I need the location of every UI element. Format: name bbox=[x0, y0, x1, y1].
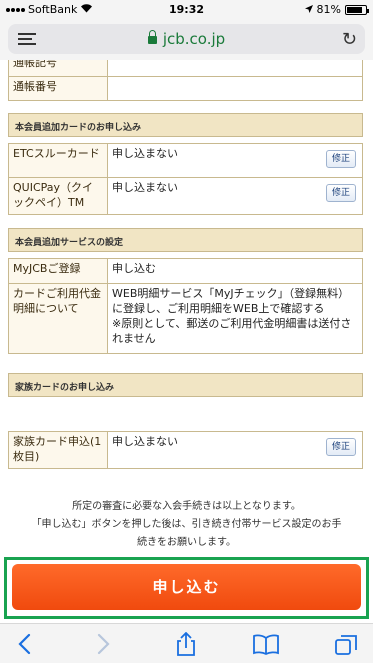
statement-label: カードご利用代金明細について bbox=[8, 283, 108, 354]
section-family-card: 家族カードのお申し込み bbox=[8, 373, 363, 397]
battery-percent: 81% bbox=[316, 3, 341, 16]
browser-toolbar bbox=[0, 623, 373, 663]
notice-text: 所定の審査に必要な入会手続きは以上となります。 「申し込む」ボタンを押した後は、… bbox=[0, 498, 373, 552]
family-label: 家族カード申込(1枚目) bbox=[8, 431, 108, 469]
etc-value-text: 申し込まない bbox=[112, 147, 178, 160]
quicpay-edit-button[interactable]: 修正 bbox=[326, 184, 356, 202]
account-partial-value bbox=[107, 60, 363, 77]
status-right: 81% bbox=[304, 3, 369, 16]
account-table: 通帳記号 通帳番号 bbox=[8, 60, 363, 101]
family-edit-button[interactable]: 修正 bbox=[326, 438, 356, 456]
additional-service-table: MyJCBご登録 申し込む カードご利用代金明細について WEB明細サービス「M… bbox=[8, 258, 363, 354]
tabs-icon[interactable] bbox=[333, 632, 361, 656]
etc-label: ETCスルーカード bbox=[8, 143, 108, 178]
share-icon[interactable] bbox=[172, 632, 200, 656]
account-number-value bbox=[107, 76, 363, 101]
quicpay-value-text: 申し込まない bbox=[112, 181, 178, 194]
statement-value: WEB明細サービス「MyJチェック」（登録無料）に登録し、ご利用明細をWEB上で… bbox=[107, 283, 363, 354]
status-bar: SoftBank 19:32 81% bbox=[0, 0, 373, 20]
family-value: 申し込まない 修正 bbox=[107, 431, 363, 469]
section-additional-service: 本会員追加サービスの設定 bbox=[8, 228, 363, 252]
quicpay-label: QUICPay（クイックペイ）TM bbox=[8, 177, 108, 215]
address-text-wrap: jcb.co.jp bbox=[8, 30, 365, 48]
statement-value-text: WEB明細サービス「MyJチェック」（登録無料）に登録し、ご利用明細をWEB上で… bbox=[112, 287, 350, 315]
account-number-label: 通帳番号 bbox=[8, 76, 108, 101]
family-value-text: 申し込まない bbox=[112, 435, 178, 448]
location-icon bbox=[304, 3, 313, 16]
apply-button[interactable]: 申し込む bbox=[12, 564, 361, 610]
notice-line-1: 所定の審査に必要な入会手続きは以上となります。 bbox=[72, 501, 301, 512]
section-additional-card: 本会員追加カードのお申し込み bbox=[8, 113, 363, 137]
notice-line-2: 「申し込む」ボタンを押した後は、引き続き付帯サービス設定のお手続きをお願いします… bbox=[31, 519, 342, 548]
myjcb-label: MyJCBご登録 bbox=[8, 258, 108, 284]
quicpay-value: 申し込まない 修正 bbox=[107, 177, 363, 215]
address-field[interactable]: jcb.co.jp ↻ bbox=[8, 24, 365, 54]
additional-card-table: ETCスルーカード 申し込まない 修正 QUICPay（クイックペイ）TM 申し… bbox=[8, 143, 363, 215]
reload-icon[interactable]: ↻ bbox=[342, 29, 357, 50]
account-partial-label: 通帳記号 bbox=[8, 60, 108, 77]
etc-value: 申し込まない 修正 bbox=[107, 143, 363, 178]
bookmarks-icon[interactable] bbox=[252, 632, 280, 656]
family-card-table: 家族カード申込(1枚目) 申し込まない 修正 bbox=[8, 431, 363, 469]
page-content: 通帳記号 通帳番号 本会員追加カードのお申し込み ETCスルーカード 申し込まな… bbox=[0, 60, 373, 623]
browser-url-bar: jcb.co.jp ↻ bbox=[0, 20, 373, 60]
back-icon[interactable] bbox=[12, 632, 40, 656]
statement-note: ※原則として、郵送のご利用代金明細書は送付されません bbox=[112, 316, 352, 345]
lock-icon bbox=[147, 30, 157, 44]
myjcb-value: 申し込む bbox=[107, 258, 363, 284]
forward-icon[interactable] bbox=[88, 632, 116, 656]
url-text: jcb.co.jp bbox=[162, 30, 226, 48]
etc-edit-button[interactable]: 修正 bbox=[326, 150, 356, 168]
battery-icon bbox=[345, 4, 369, 15]
submit-highlight: 申し込む bbox=[4, 557, 369, 619]
